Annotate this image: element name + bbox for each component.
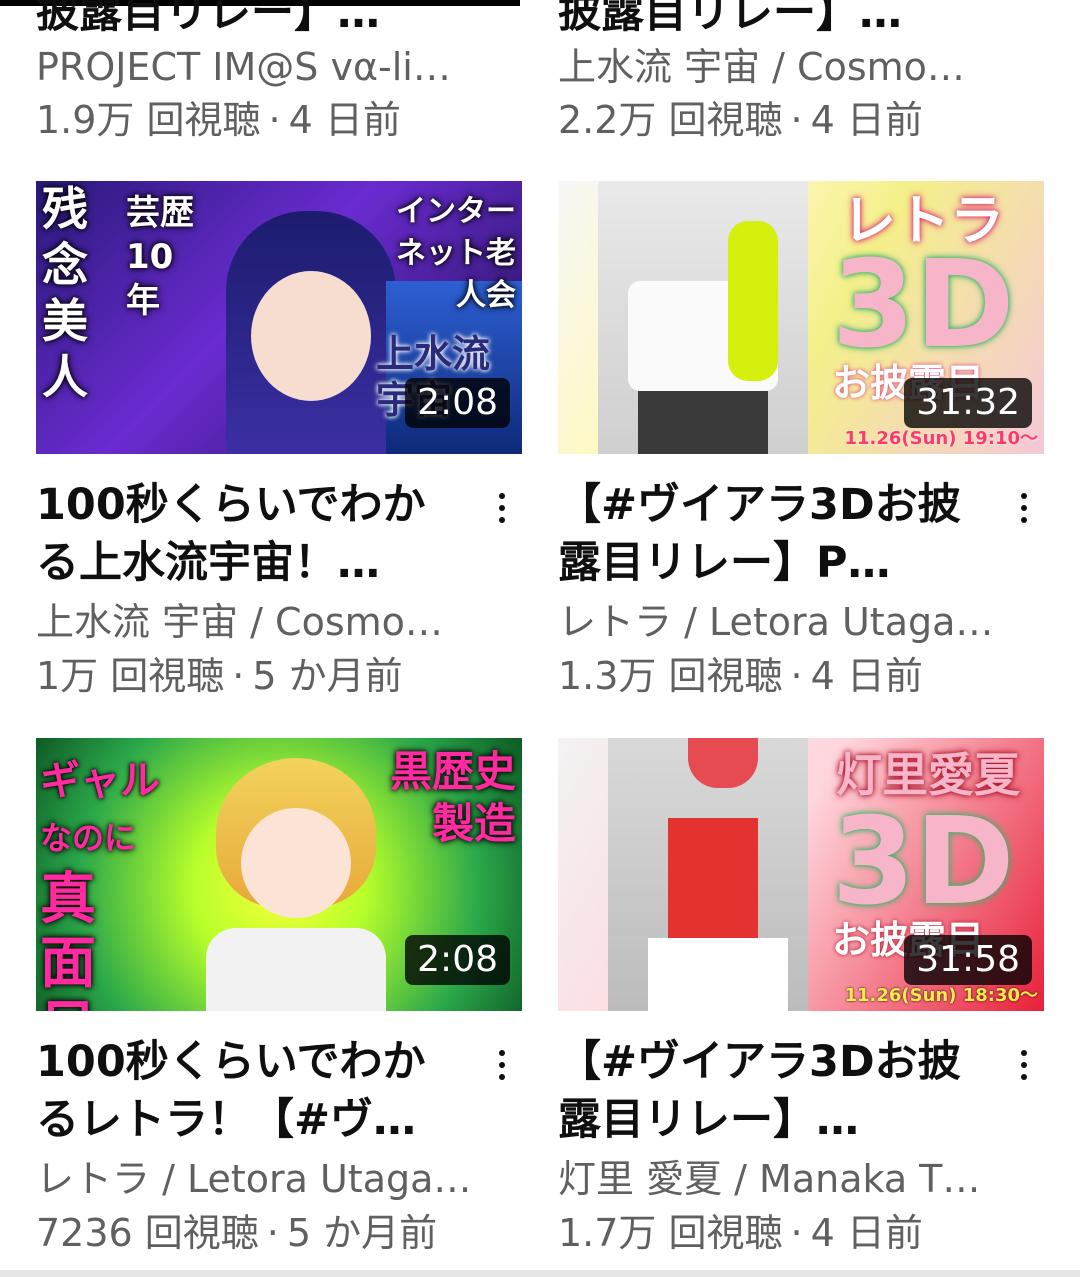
- view-count: 1.3万 回視聴: [558, 654, 783, 698]
- channel-name[interactable]: PROJECT IM@S vα-li…: [36, 42, 506, 92]
- video-title[interactable]: 【#ヴイアラ3Dお披露目リレー】P…: [558, 476, 988, 592]
- thumb-text-d: 黒歴史製造: [389, 747, 516, 848]
- thumb-text-a: 残念美人: [42, 182, 88, 404]
- video-duration: 31:58: [904, 935, 1032, 985]
- separator-dot: ·: [790, 98, 803, 142]
- upload-age: 4 日前: [810, 654, 923, 698]
- video-thumbnail[interactable]: レトラ 3D お披露目 11.26(Sun) 19:10〜 31:32: [558, 181, 1044, 454]
- upload-age: 4 日前: [810, 1211, 923, 1255]
- view-count: 7236 回視聴: [36, 1211, 259, 1255]
- video-title[interactable]: 披露目リレー】…: [558, 0, 902, 40]
- separator-dot: ·: [268, 98, 281, 142]
- more-options-icon[interactable]: [482, 483, 522, 533]
- video-thumbnail[interactable]: 残念美人 芸歴10年 インターネット老人会 上水流宇宙 2:08: [36, 181, 522, 454]
- video-stats: 1.7万 回視聴 · 4 日前: [558, 1208, 1028, 1258]
- channel-name[interactable]: 灯里 愛夏 / Manaka T…: [558, 1154, 1028, 1204]
- view-count: 1万 回視聴: [36, 654, 225, 698]
- thumb-text-b: 芸歴10年: [126, 193, 194, 321]
- separator-dot: ·: [790, 654, 803, 698]
- video-stats: 1.9万 回視聴 · 4 日前: [36, 95, 506, 145]
- video-thumbnail[interactable]: ギャル なのに 真面目 黒歴史製造 2:08: [36, 738, 522, 1011]
- upload-age: 4 日前: [810, 98, 923, 142]
- upload-age: 4 日前: [288, 98, 401, 142]
- video-stats: 1万 回視聴 · 5 か月前: [36, 651, 506, 701]
- separator-dot: ·: [266, 1211, 279, 1255]
- video-duration: 2:08: [405, 378, 510, 428]
- bottom-edge: [0, 1270, 1080, 1277]
- channel-name[interactable]: レトラ / Letora Utaga…: [558, 597, 1028, 647]
- separator-dot: ·: [232, 654, 245, 698]
- video-title[interactable]: 100秒くらいでわかる上水流宇宙！…: [36, 476, 466, 592]
- thumb-text-d: 11.26(Sun) 18:30〜: [844, 985, 1038, 1006]
- video-title[interactable]: 100秒くらいでわかるレトラ！【#ヴ…: [36, 1033, 466, 1149]
- thumb-text-a: ギャル: [40, 758, 160, 804]
- channel-name[interactable]: レトラ / Letora Utaga…: [36, 1154, 506, 1204]
- video-duration: 31:32: [904, 378, 1032, 428]
- upload-age: 5 か月前: [286, 1211, 438, 1255]
- more-options-icon[interactable]: [1004, 1040, 1044, 1090]
- more-options-icon[interactable]: [1004, 483, 1044, 533]
- channel-name[interactable]: 上水流 宇宙 / Cosmo…: [558, 42, 1028, 92]
- video-thumbnail[interactable]: 灯里愛夏 3D お披露目 11.26(Sun) 18:30〜 31:58: [558, 738, 1044, 1011]
- video-title[interactable]: 【#ヴイアラ3Dお披露目リレー】…: [558, 1033, 988, 1149]
- thumb-text-b: 3D: [831, 793, 1015, 932]
- view-count: 1.7万 回視聴: [558, 1211, 783, 1255]
- thumb-text-b: 3D: [831, 236, 1015, 375]
- separator-dot: ·: [790, 1211, 803, 1255]
- thumb-text-d: 11.26(Sun) 19:10〜: [844, 428, 1038, 449]
- thumb-text-c: 真面目: [40, 867, 96, 1012]
- view-count: 2.2万 回視聴: [558, 98, 783, 142]
- thumb-text-c: インターネット老人会: [396, 194, 516, 313]
- video-stats: 2.2万 回視聴 · 4 日前: [558, 95, 1028, 145]
- more-options-icon[interactable]: [482, 1040, 522, 1090]
- upload-age: 5 か月前: [252, 654, 403, 698]
- video-duration: 2:08: [405, 935, 510, 985]
- view-count: 1.9万 回視聴: [36, 98, 261, 142]
- channel-name[interactable]: 上水流 宇宙 / Cosmo…: [36, 597, 506, 647]
- thumb-text-b: なのに: [40, 819, 137, 857]
- video-title[interactable]: 披露目リレー】…: [36, 0, 380, 40]
- video-stats: 7236 回視聴 · 5 か月前: [36, 1208, 506, 1258]
- video-stats: 1.3万 回視聴 · 4 日前: [558, 651, 1028, 701]
